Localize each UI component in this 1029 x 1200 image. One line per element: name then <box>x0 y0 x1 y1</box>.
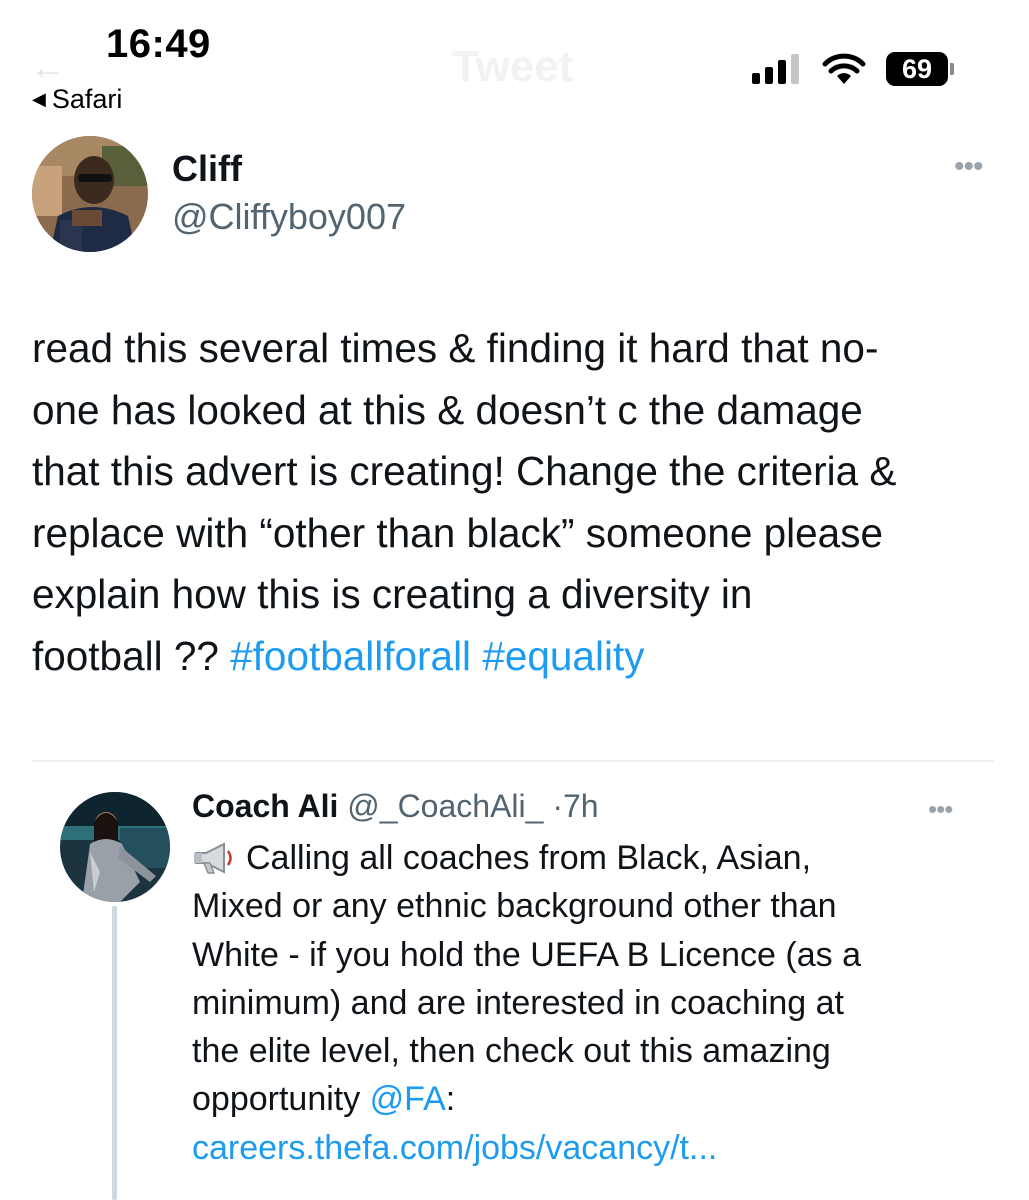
quoted-author-name[interactable]: Coach Ali <box>192 788 338 824</box>
quoted-text-line: Mixed or any ethnic background other tha… <box>192 887 837 926</box>
more-options-icon[interactable]: ••• <box>928 794 953 825</box>
quoted-avatar-photo <box>60 792 170 902</box>
tweet-text-fragment: football ?? <box>32 632 231 679</box>
hashtag-link[interactable]: #footballforall <box>230 633 471 679</box>
tweet-text: read this several times & finding it har… <box>32 318 1007 687</box>
tweet-text-line: replace with “other than black” someone … <box>32 509 883 556</box>
back-app-label: Safari <box>51 84 123 114</box>
tweet-text-line: one has looked at this & doesn’t c the d… <box>32 386 863 433</box>
back-arrow-icon[interactable]: ← <box>30 46 66 88</box>
tweet-text-line: that this advert is creating! Change the… <box>32 448 897 494</box>
quoted-text-fragment: Calling all coaches from Black, Asian, <box>246 839 812 877</box>
avatar[interactable] <box>32 136 148 252</box>
author-handle[interactable]: @Cliffyboy007 <box>172 196 406 238</box>
megaphone-icon <box>194 842 232 874</box>
tweet-text-line: football ?? #footballforall #equality <box>32 626 1007 688</box>
quoted-text-fragment: : <box>445 1080 456 1119</box>
cellular-signal-icon <box>752 54 802 84</box>
more-options-icon[interactable]: ••• <box>954 150 983 184</box>
header-title: Tweet <box>452 42 574 91</box>
quoted-text-line: opportunity @FA: <box>192 1075 992 1123</box>
tweet-text-line: explain how this is creating a diversity… <box>32 571 753 617</box>
quoted-tweet-header: Coach Ali @_CoachAli_ ·7h <box>192 788 599 825</box>
status-time: 16:49 <box>106 22 211 66</box>
divider <box>32 760 994 762</box>
url-link[interactable]: careers.thefa.com/jobs/vacancy/t... <box>192 1124 992 1172</box>
hashtag-link[interactable]: #equality <box>482 633 644 679</box>
battery-icon: 69 <box>886 52 954 86</box>
author-name[interactable]: Cliff <box>172 148 242 190</box>
tweet-text-line: read this several times & finding it har… <box>32 325 879 371</box>
quoted-tweet-text: Calling all coaches from Black, Asian, M… <box>192 834 992 1172</box>
quoted-text-fragment: opportunity <box>192 1080 370 1119</box>
separator-dot: · <box>552 788 563 824</box>
quoted-text-line: White - if you hold the UEFA B Licence (… <box>192 935 861 974</box>
quoted-text-line: Calling all coaches from Black, Asian, <box>192 834 992 882</box>
avatar-photo <box>32 136 148 252</box>
back-to-app-button[interactable]: ◀ Safari <box>32 84 122 115</box>
wifi-icon <box>822 53 866 84</box>
quoted-author-handle[interactable]: @_CoachAli_ <box>347 788 543 824</box>
battery-level: 69 <box>886 52 948 86</box>
back-triangle-icon: ◀ <box>32 89 46 109</box>
quoted-avatar[interactable] <box>60 792 170 902</box>
quoted-timestamp[interactable]: 7h <box>563 788 599 824</box>
quoted-text-line: minimum) and are interested in coaching … <box>192 983 844 1022</box>
thread-line <box>112 906 117 1200</box>
quoted-text-line: the elite level, then check out this ama… <box>192 1032 831 1071</box>
mention-link[interactable]: @FA <box>370 1080 446 1118</box>
